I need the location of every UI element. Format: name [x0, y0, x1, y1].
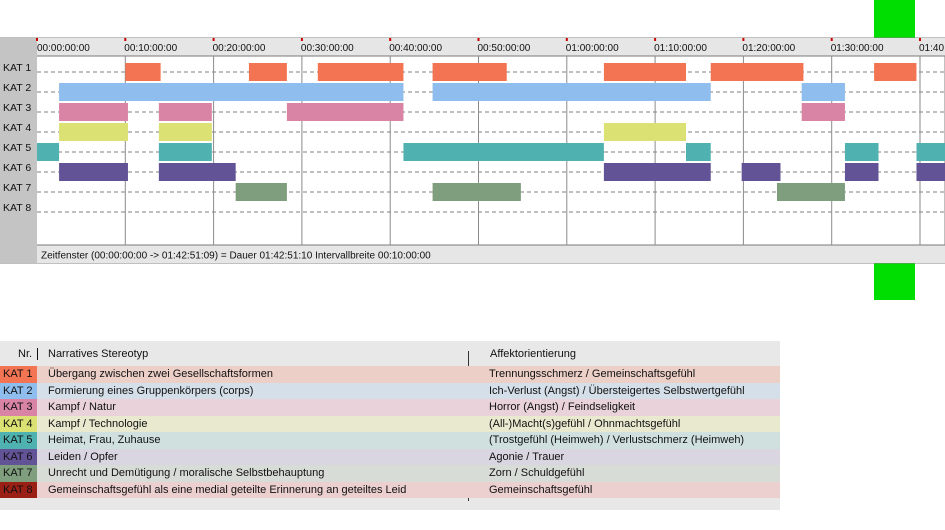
legend-affekt: Ich-Verlust (Angst) / Übersteigertes Sel…: [489, 384, 745, 397]
category-label: KAT 4: [3, 122, 31, 134]
timeline-segment: [158, 123, 212, 141]
tick-label: 00:00:00:00: [37, 43, 90, 54]
legend-affekt: Agonie / Trauer: [489, 450, 565, 463]
category-label: KAT 3: [3, 102, 31, 114]
legend-affekt: Trennungsschmerz / Gemeinschaftsgefühl: [489, 368, 696, 380]
timeline-segment: [432, 63, 507, 81]
category-label: KAT 6: [3, 162, 31, 174]
legend-affekt: Gemeinschaftsgefühl: [489, 483, 593, 496]
category-label: KAT 7: [3, 182, 31, 194]
legend-affekt: (All-)Macht(s)gefühl / Ohnmachtsgefühl: [489, 417, 681, 430]
green-marker-top: [874, 0, 915, 38]
legend-row: KAT 7 Unrecht und Demütigung / moralische…: [0, 465, 780, 482]
timeline-segment: [916, 143, 945, 161]
timeline-segment: [317, 63, 404, 81]
legend-header-nr: Nr.: [18, 348, 33, 360]
timeline-segment: [776, 183, 845, 201]
timeline-segment: [874, 63, 917, 81]
legend-row: KAT 6 Leiden / Opfer Agonie / Trauer: [0, 448, 780, 465]
legend-stereotyp: Kampf / Natur: [48, 401, 116, 413]
tick-label: 01:40: [919, 43, 944, 54]
tick-label: 00:10:00:00: [124, 43, 177, 54]
legend-header-stereotyp: Narratives Stereotyp: [48, 348, 149, 360]
legend-row: KAT 1 Übergang zwischen zwei Gesellschaft…: [0, 366, 780, 383]
timeline-segment: [286, 103, 404, 121]
legend-row: KAT 8 Gemeinschaftsgefühl als eine medial…: [0, 481, 780, 498]
legend-stereotyp: Leiden / Opfer: [48, 450, 118, 463]
timeline-segment: [603, 163, 711, 181]
timeline-chart: 00:00:00:00 00:10:00:00 00:20:00:00 00:30:0…: [0, 0, 945, 300]
tick-label: 00:50:00:00: [478, 43, 531, 54]
legend-header-bar: [37, 348, 38, 360]
legend-header-affekt: Affektorientierung: [490, 348, 577, 360]
tick-label: 01:00:00:00: [566, 43, 619, 54]
timeline-segment: [248, 63, 287, 81]
timeline-segment: [432, 183, 521, 201]
timeline-segment: [37, 143, 60, 161]
timeline-segment: [59, 83, 404, 101]
timeline-segment: [801, 103, 845, 121]
timeline-segment: [603, 123, 687, 141]
legend-kat-swatch: KAT 5: [0, 432, 37, 449]
timeline-segment: [710, 63, 804, 81]
timeline-segment: [686, 143, 711, 161]
timeline-segment: [801, 83, 845, 101]
legend-table: Nr. Narratives Stereotyp Affektorientier…: [0, 341, 780, 510]
timeline-segment: [741, 163, 781, 181]
timeline-segment: [59, 163, 128, 181]
timeline-segment: [125, 63, 161, 81]
legend-kat-swatch: KAT 2: [0, 382, 37, 399]
timeline-segment: [403, 143, 604, 161]
legend-kat-swatch: KAT 7: [0, 465, 37, 482]
timeline-segment: [432, 83, 711, 101]
tick-label: 00:30:00:00: [301, 43, 354, 54]
legend-stereotyp: Unrecht und Demütigung / moralische Selb…: [48, 467, 325, 479]
legend-row: KAT 4 Kampf / Technologie (All-)Macht(s)ge…: [0, 415, 780, 432]
tick-label: 01:20:00:00: [742, 43, 795, 54]
legend-row: KAT 2 Formierung eines Gruppenkörpers (co…: [0, 382, 780, 399]
legend-kat-swatch: KAT 4: [0, 415, 37, 432]
timeline-segment: [844, 163, 879, 181]
timeline-segment: [59, 103, 128, 121]
timeline-segment: [158, 103, 212, 121]
legend-affekt: (Trostgefühl (Heimweh) / Verlustschmerz …: [489, 434, 745, 446]
tick-label: 01:10:00:00: [654, 43, 707, 54]
footer-text: Zeitfenster (00:00:00:00 -> 01:42:51:09)…: [41, 251, 431, 262]
legend-kat-swatch: KAT 3: [0, 399, 37, 416]
legend-stereotyp: Heimat, Frau, Zuhause: [48, 434, 161, 446]
category-label: KAT 5: [3, 142, 31, 154]
legend-kat-swatch: KAT 8: [0, 481, 37, 498]
legend-stereotyp: Kampf / Technologie: [48, 417, 148, 430]
timeline-segment: [916, 163, 945, 181]
legend-affekt: Zorn / Schuldgefühl: [489, 467, 585, 479]
legend-row: KAT 3 Kampf / Natur Horror (Angst) / Feind…: [0, 399, 780, 416]
timeline-segment: [844, 143, 879, 161]
legend-kat-swatch: KAT 1: [0, 366, 37, 383]
legend-affekt: Horror (Angst) / Feindseligkeit: [489, 401, 636, 413]
legend-kat-swatch: KAT 6: [0, 448, 37, 465]
timeline-segment: [603, 63, 687, 81]
timeline-segment: [59, 123, 128, 141]
timeline-segment: [235, 183, 287, 201]
legend-stereotyp: Übergang zwischen zwei Gesellschaftsform…: [48, 368, 273, 380]
category-label: KAT 8: [3, 202, 31, 214]
tick-label: 00:20:00:00: [213, 43, 266, 54]
timeline-segment: [158, 143, 212, 161]
legend-stereotyp: Formierung eines Gruppenkörpers (corps): [48, 384, 254, 397]
timeline-segment: [158, 163, 236, 181]
category-label: KAT 1: [3, 62, 31, 74]
category-label: KAT 2: [3, 82, 31, 94]
green-marker-bottom: [874, 263, 915, 300]
legend-stereotyp: Gemeinschaftsgefühl als eine medial gete…: [48, 483, 407, 496]
tick-label: 00:40:00:00: [389, 43, 442, 54]
legend-row: KAT 5 Heimat, Frau, Zuhause (Trostgefühl (…: [0, 432, 780, 449]
tick-label: 01:30:00:00: [831, 43, 884, 54]
